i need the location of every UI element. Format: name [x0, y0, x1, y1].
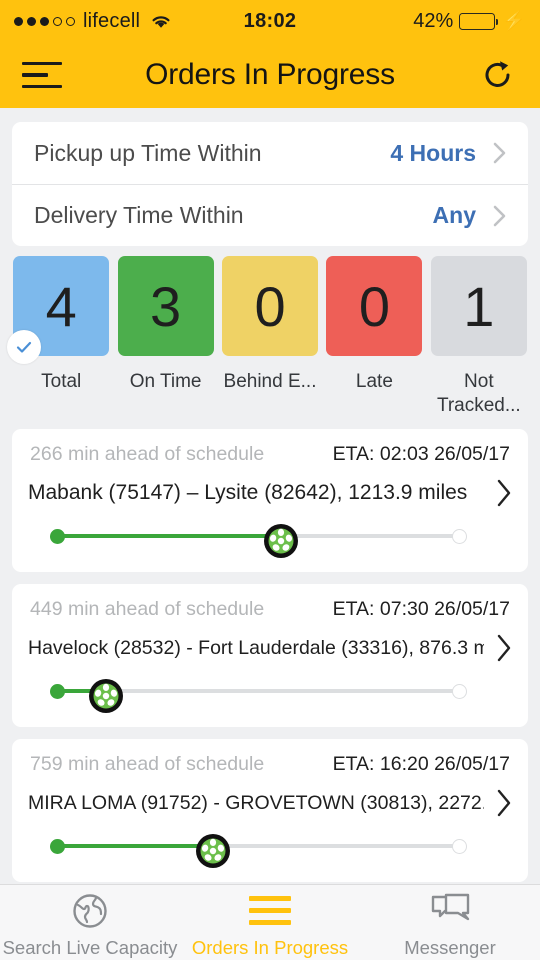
tab-orders-in-progress[interactable]: Orders In Progress	[180, 885, 360, 960]
tab-bar: Search Live Capacity Orders In Progress …	[0, 884, 540, 960]
app-root: lifecell 18:02 42% ⚡️ Orders In Progress	[0, 0, 540, 960]
filter-value: Any	[432, 202, 476, 228]
status-tile-count[interactable]: 1	[430, 256, 527, 356]
orders-list: 266 min ahead of schedule ETA: 02:03 26/0…	[0, 429, 540, 883]
status-tile-total[interactable]: 4 Total	[7, 256, 113, 417]
status-tile-label: Not Tracked...	[436, 371, 521, 416]
battery-icon	[459, 12, 499, 30]
chevron-right-icon	[488, 205, 510, 227]
progress-end-dot	[452, 839, 467, 855]
schedule-status: 449 min ahead of schedule	[30, 598, 265, 621]
order-card-header: 759 min ahead of schedule ETA: 16:20 26/0…	[28, 753, 512, 776]
order-card-header: 449 min ahead of schedule ETA: 07:30 26/0…	[28, 598, 512, 621]
status-tile-label: Late	[355, 371, 393, 392]
progress-fill	[54, 844, 214, 849]
schedule-status: 759 min ahead of schedule	[30, 753, 265, 776]
list-lines-icon	[249, 891, 291, 931]
chevron-right-icon[interactable]	[492, 788, 512, 818]
navigation-bar: Orders In Progress	[0, 42, 540, 108]
chevron-right-icon	[488, 142, 510, 164]
page-title: Orders In Progress	[145, 58, 395, 91]
status-tile-late[interactable]: 0 Late	[322, 256, 426, 417]
progress-start-dot	[50, 529, 65, 545]
eta-text: ETA: 02:03 26/05/17	[332, 443, 510, 466]
lightning-bolt-icon: ⚡️	[502, 10, 526, 32]
tab-label: Messenger	[404, 936, 496, 958]
progress-start-dot	[50, 684, 65, 700]
order-route: MIRA LOMA (91752) - GROVETOWN (30813), 2…	[28, 791, 484, 814]
order-route-row: MIRA LOMA (91752) - GROVETOWN (30813), 2…	[28, 788, 512, 818]
order-route-row: Havelock (28532) - Fort Lauderdale (3331…	[28, 633, 512, 663]
chat-bubbles-icon	[427, 891, 473, 931]
progress-end-dot	[452, 684, 467, 700]
progress-fill	[54, 534, 281, 539]
order-route: Mabank (75147) – Lysite (82642), 1213.9 …	[28, 481, 468, 505]
eta-text: ETA: 16:20 26/05/17	[332, 753, 510, 776]
progress-track	[28, 518, 512, 559]
status-tile-behind-e[interactable]: 0 Behind E...	[218, 256, 322, 417]
status-tiles: 4 Total 3 On Time 0 Behind E... 0 Late 1 Not Trac…	[0, 246, 540, 417]
truck-wheel-icon	[193, 831, 233, 871]
battery-percent: 42%	[413, 9, 454, 32]
status-tile-count[interactable]: 4	[7, 256, 110, 364]
status-tile-label: Behind E...	[223, 371, 317, 392]
schedule-status: 266 min ahead of schedule	[30, 443, 265, 466]
order-card[interactable]: 266 min ahead of schedule ETA: 02:03 26/0…	[12, 429, 528, 573]
status-tile-count[interactable]: 0	[326, 256, 423, 356]
order-card[interactable]: 759 min ahead of schedule ETA: 16:20 26/0…	[12, 739, 528, 883]
progress-start-dot	[50, 839, 65, 855]
chevron-right-icon[interactable]	[492, 478, 512, 508]
progress-track	[28, 828, 512, 869]
tab-messenger[interactable]: Messenger	[360, 885, 540, 960]
tab-label: Search Live Capacity	[2, 936, 178, 958]
status-bar: lifecell 18:02 42% ⚡️	[0, 0, 540, 42]
truck-wheel-icon	[86, 676, 126, 716]
truck-wheel-icon	[261, 521, 301, 561]
filter-row-delivery-time[interactable]: Delivery Time Within Any	[12, 184, 528, 246]
status-tile-not-tracked[interactable]: 1 Not Tracked...	[427, 256, 531, 417]
order-card-header: 266 min ahead of schedule ETA: 02:03 26/0…	[28, 443, 512, 466]
filters-card: Pickup up Time Within 4 Hours Delivery T…	[12, 122, 528, 246]
tab-label: Orders In Progress	[191, 936, 349, 958]
filter-value: 4 Hours	[390, 139, 476, 166]
status-tile-label: On Time	[129, 371, 202, 392]
tab-search-live-capacity[interactable]: Search Live Capacity	[0, 885, 180, 960]
status-tile-label: Total	[41, 371, 82, 392]
order-card[interactable]: 449 min ahead of schedule ETA: 07:30 26/0…	[12, 584, 528, 728]
filter-row-pickup-time[interactable]: Pickup up Time Within 4 Hours	[12, 122, 528, 184]
refresh-icon[interactable]	[478, 55, 518, 95]
chevron-right-icon[interactable]	[492, 633, 512, 663]
check-icon	[7, 330, 42, 364]
filter-label: Pickup up Time Within	[34, 139, 262, 166]
progress-end-dot	[452, 529, 467, 545]
eta-text: ETA: 07:30 26/05/17	[332, 598, 510, 621]
globe-icon	[69, 891, 111, 931]
order-route: Havelock (28532) - Fort Lauderdale (3331…	[28, 636, 484, 659]
filter-label: Delivery Time Within	[34, 202, 244, 228]
progress-track	[28, 673, 512, 714]
status-tile-count[interactable]: 3	[117, 256, 214, 356]
order-route-row: Mabank (75147) – Lysite (82642), 1213.9 …	[28, 478, 512, 508]
status-tile-count[interactable]: 0	[222, 256, 319, 356]
status-bar-right: 42% ⚡️	[413, 10, 526, 33]
status-tile-on-time[interactable]: 3 On Time	[113, 256, 217, 417]
